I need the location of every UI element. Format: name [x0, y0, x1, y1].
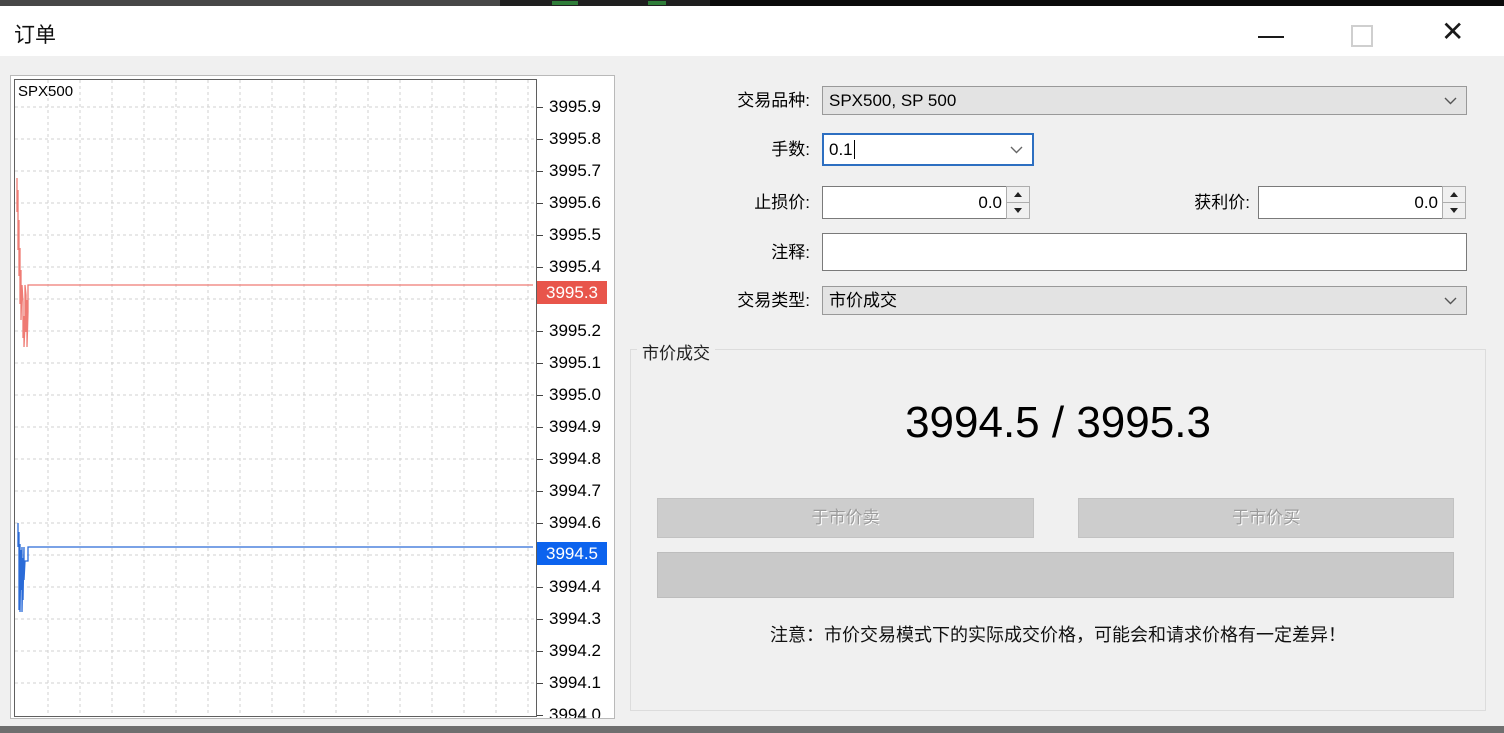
order-type-label: 交易类型:: [630, 288, 810, 314]
window-title: 订单: [14, 19, 56, 49]
stop-loss-input[interactable]: 0.0: [822, 186, 1007, 219]
buy-by-market-button[interactable]: 于市价买: [1078, 498, 1454, 538]
chevron-down-icon: [1444, 297, 1457, 305]
disabled-status-bar: [657, 552, 1454, 598]
stop-loss-label: 止损价:: [630, 190, 810, 216]
price-scale-label: 3995.2: [537, 318, 601, 344]
price-scale-label: 3995.0: [537, 382, 601, 408]
group-title: 市价成交: [637, 339, 715, 364]
take-profit-spinner: [1442, 186, 1466, 219]
execution-note: 注意：市价交易模式下的实际成交价格，可能会和请求价格有一定差异！: [631, 621, 1485, 647]
stop-loss-spinner: [1006, 186, 1030, 219]
price-scale-label: 3994.0: [537, 702, 601, 718]
comment-input[interactable]: [822, 233, 1467, 271]
symbol-label: 交易品种:: [630, 88, 810, 114]
arrow-up-icon: [1450, 192, 1458, 197]
spin-up-button[interactable]: [1006, 186, 1030, 203]
spin-up-button[interactable]: [1442, 186, 1466, 203]
price-scale-label: 3994.8: [537, 446, 601, 472]
maximize-icon: [1351, 25, 1373, 47]
take-profit-label: 获利价:: [1070, 190, 1250, 216]
symbol-select-value: SPX500, SP 500: [829, 91, 956, 110]
price-scale-label: 3994.4: [537, 574, 601, 600]
ask-price-badge: 3995.3: [537, 281, 607, 304]
spin-down-button[interactable]: [1442, 202, 1466, 219]
chevron-down-icon: [1010, 146, 1023, 154]
price-scale: 3995.93995.83995.73995.63995.53995.43995…: [537, 76, 614, 718]
arrow-down-icon: [1014, 208, 1022, 213]
tick-chart-panel: SPX500 3995.9 3995.8 3995.7 3995.6 3995.5 399…: [11, 76, 614, 718]
price-scale-label: 3994.3: [537, 606, 601, 632]
sell-by-market-button[interactable]: 于市价卖: [657, 498, 1034, 538]
price-scale-label: 3995.4: [537, 254, 601, 280]
arrow-down-icon: [1450, 208, 1458, 213]
price-scale-label: 3995.8: [537, 126, 601, 152]
window-bottom-edge: [0, 726, 1504, 733]
chart-symbol-label: SPX500: [18, 83, 73, 100]
take-profit-input[interactable]: 0.0: [1258, 186, 1443, 219]
price-scale-label: 3994.7: [537, 478, 601, 504]
volume-combobox[interactable]: 0.1: [822, 133, 1034, 166]
minimize-icon[interactable]: [1258, 36, 1284, 38]
chevron-down-icon: [1444, 97, 1457, 105]
price-scale-label: 3994.2: [537, 638, 601, 664]
price-scale-label: 3994.9: [537, 414, 601, 440]
price-scale-label: 3995.1: [537, 350, 601, 376]
tick-chart-area: SPX500: [14, 79, 537, 717]
title-bar: 订单 ✕: [0, 6, 1504, 56]
order-dialog-window: 订单 ✕ SPX500 3995.9 3995.8 3995.7 3995.6 3995…: [0, 0, 1504, 733]
price-scale-label: 3994.1: [537, 670, 601, 696]
comment-label: 注释:: [630, 240, 810, 266]
volume-value: 0.1: [829, 140, 853, 159]
close-icon[interactable]: ✕: [1441, 16, 1464, 48]
order-type-value: 市价成交: [829, 291, 897, 310]
order-type-select[interactable]: 市价成交: [822, 286, 1467, 315]
symbol-select[interactable]: SPX500, SP 500: [822, 86, 1467, 115]
bid-price-badge: 3994.5: [537, 542, 607, 565]
spin-down-button[interactable]: [1006, 202, 1030, 219]
market-execution-group: 市价成交 3994.5 / 3995.3 于市价卖 于市价买 注意：市价交易模式…: [630, 349, 1486, 711]
text-caret: [854, 140, 855, 159]
bid-ask-quote: 3994.5 / 3995.3: [631, 398, 1485, 448]
volume-label: 手数:: [630, 137, 810, 163]
tick-chart-plot: [15, 80, 534, 714]
price-scale-label: 3994.6: [537, 510, 601, 536]
price-scale-label: 3995.7: [537, 158, 601, 184]
price-scale-label: 3995.9: [537, 94, 601, 120]
price-scale-label: 3995.6: [537, 190, 601, 216]
arrow-up-icon: [1014, 192, 1022, 197]
price-scale-label: 3995.5: [537, 222, 601, 248]
